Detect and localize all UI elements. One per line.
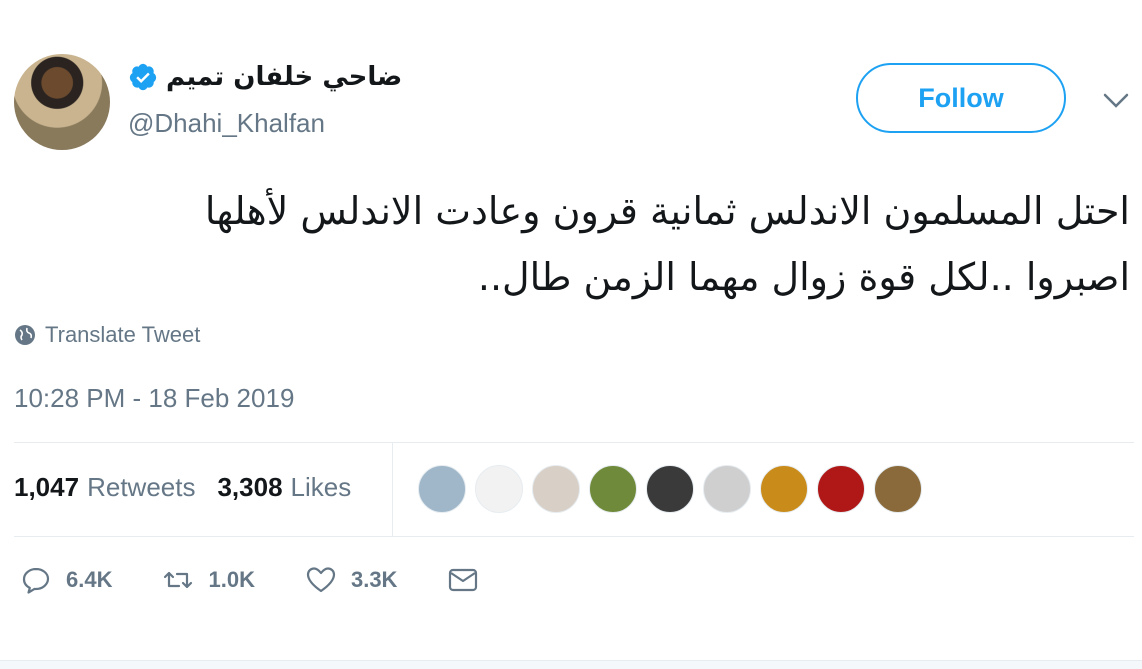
reply-button[interactable]: 6.4K [20,564,112,596]
retweet-button[interactable]: 1.0K [162,564,255,596]
tweet-text-line: اصبروا ..لكل قوة زوال مهما الزمن طال.. [477,255,1130,299]
likes-count: 3,308 [217,472,283,502]
chevron-down-icon[interactable] [1102,92,1130,110]
tweet-actions: 6.4K 1.0K 3.3K [20,564,529,596]
tweet-stats: 1,047 Retweets 3,308 Likes [14,472,351,503]
liker-avatar[interactable] [532,465,580,513]
like-button[interactable]: 3.3K [305,564,397,596]
author-avatar[interactable] [14,54,110,150]
globe-icon [15,325,35,345]
envelope-icon [449,568,478,592]
liker-avatar[interactable] [760,465,808,513]
author-name-row[interactable]: ضاحي خلفان تميم [128,62,402,92]
likes-stat[interactable]: 3,308 Likes [217,472,351,503]
liker-avatars [418,465,922,513]
divider [14,536,1134,537]
translate-label[interactable]: Translate Tweet [45,322,200,348]
retweet-count: 1.0K [208,567,255,592]
direct-message-button[interactable] [447,564,479,596]
tweet-text-line: احتل المسلمون الاندلس ثمانية قرون وعادت … [204,189,1130,233]
divider [14,442,1134,443]
follow-button[interactable]: Follow [856,63,1066,133]
tweet-timestamp[interactable]: 10:28 PM - 18 Feb 2019 [14,383,294,414]
retweets-stat[interactable]: 1,047 Retweets [14,472,195,503]
author-handle[interactable]: @Dhahi_Khalfan [128,108,325,139]
verified-badge-icon [129,63,157,91]
retweets-count: 1,047 [14,472,80,502]
author-display-name[interactable]: ضاحي خلفان تميم [166,62,402,92]
liker-avatar[interactable] [703,465,751,513]
liker-avatar[interactable] [589,465,637,513]
likes-label: Likes [290,472,352,502]
liker-avatar[interactable] [418,465,466,513]
translate-tweet-link[interactable]: Translate Tweet [14,322,200,348]
reply-count: 6.4K [66,567,113,592]
divider [392,442,393,536]
reply-icon [22,567,50,594]
liker-avatar[interactable] [475,465,523,513]
retweet-icon [164,571,193,589]
like-count: 3.3K [350,567,398,592]
liker-avatar[interactable] [646,465,694,513]
liker-avatar[interactable] [817,465,865,513]
tweet-text: احتل المسلمون الاندلس ثمانية قرون وعادت … [14,178,1130,310]
heart-icon [306,567,336,593]
liker-avatar[interactable] [874,465,922,513]
retweets-label: Retweets [87,472,196,502]
